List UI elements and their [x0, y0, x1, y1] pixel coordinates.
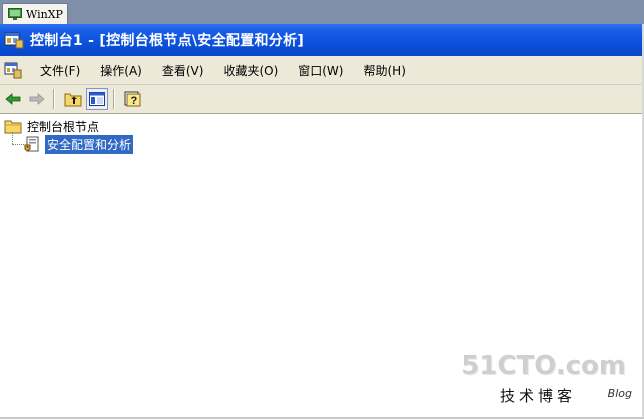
up-one-level-button[interactable] [62, 88, 84, 110]
tree-node-security-config[interactable]: 安全配置和分析 [24, 134, 134, 154]
svg-text:?: ? [131, 95, 138, 107]
vm-tab-label: WinXP [26, 7, 63, 21]
window-title: 控制台1 - [控制台根节点\安全配置和分析] [30, 33, 305, 49]
toolbar-separator [113, 89, 115, 109]
watermark-logo: 51CTO.com [461, 351, 626, 381]
mmc-console-icon [4, 32, 24, 49]
toolbar-separator [53, 89, 55, 109]
watermark-blog: Blog [607, 387, 632, 400]
help-button[interactable]: ? [122, 88, 144, 110]
menu-window[interactable]: 窗口(W) [288, 62, 353, 79]
watermark: 51CTO.com 技术博客 Blog [461, 351, 636, 411]
watermark-subtitle: 技术博客 [500, 387, 577, 405]
vm-tab-strip: WinXP [0, 0, 644, 24]
vm-tab-winxp[interactable]: WinXP [2, 3, 68, 24]
up-folder-icon [64, 93, 82, 107]
security-config-icon [24, 136, 39, 152]
window-title-bar[interactable]: 控制台1 - [控制台根节点\安全配置和分析] [0, 24, 644, 56]
tree-node-label: 控制台根节点 [27, 119, 100, 134]
menu-bar: 文件(F) 操作(A) 查看(V) 收藏夹(O) 窗口(W) 帮助(H) [0, 56, 644, 85]
tree-node-console-root[interactable]: 控制台根节点 [4, 117, 101, 135]
vm-tab-icon [8, 8, 22, 20]
folder-icon [4, 120, 22, 134]
forward-arrow-icon [29, 93, 45, 105]
tree-connector-line [12, 132, 13, 144]
help-icon: ? [124, 91, 141, 107]
back-arrow-icon [5, 93, 21, 105]
menu-favorites[interactable]: 收藏夹(O) [213, 62, 288, 79]
show-hide-tree-button[interactable] [86, 88, 108, 110]
menu-help[interactable]: 帮助(H) [353, 62, 415, 79]
menu-action[interactable]: 操作(A) [90, 62, 152, 79]
console-tree: 控制台根节点 安全配置和分析 [0, 114, 644, 384]
forward-button[interactable] [26, 88, 48, 110]
tree-node-label: 安全配置和分析 [45, 134, 134, 154]
toolbar: ? [0, 85, 644, 114]
menu-view[interactable]: 查看(V) [152, 62, 214, 79]
back-button[interactable] [2, 88, 24, 110]
tree-connector-line [12, 144, 24, 145]
show-hide-tree-icon [89, 92, 105, 106]
console-doc-icon[interactable] [4, 61, 22, 79]
menu-file[interactable]: 文件(F) [30, 62, 90, 79]
